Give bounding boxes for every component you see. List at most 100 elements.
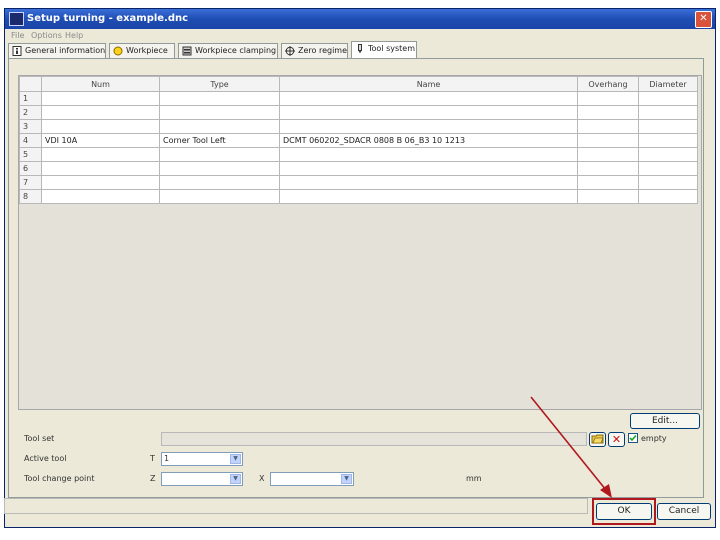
row-number-header <box>19 76 42 92</box>
cell-num[interactable] <box>41 161 160 176</box>
clamp-icon <box>182 46 192 56</box>
cell-num[interactable] <box>41 119 160 134</box>
cell-num[interactable] <box>41 91 160 106</box>
tab-tool-system[interactable]: Tool system <box>351 41 417 58</box>
cell-name[interactable] <box>279 175 578 190</box>
table-row[interactable]: 7 <box>19 175 698 190</box>
cell-overhang[interactable] <box>577 175 639 190</box>
column-header-diameter[interactable]: Diameter <box>638 76 698 92</box>
cell-name[interactable] <box>279 189 578 204</box>
cancel-button[interactable]: Cancel <box>657 503 711 520</box>
cell-type[interactable] <box>159 175 280 190</box>
cell-overhang[interactable] <box>577 133 639 148</box>
row-number: 3 <box>19 119 42 134</box>
folder-icon <box>591 434 604 444</box>
row-number: 8 <box>19 189 42 204</box>
tab-label: Tool system <box>368 44 416 53</box>
cell-diameter[interactable] <box>638 133 698 148</box>
cell-overhang[interactable] <box>577 91 639 106</box>
table-row[interactable]: 3 <box>19 119 698 134</box>
cell-diameter[interactable] <box>638 119 698 134</box>
tab-workpiece-clamping[interactable]: Workpiece clamping <box>178 43 278 58</box>
cell-type[interactable] <box>159 119 280 134</box>
tool-set-field <box>161 432 587 446</box>
tab-zero-regime[interactable]: Zero regime <box>281 43 348 58</box>
table-row[interactable]: 5 <box>19 147 698 162</box>
tab-label: Workpiece <box>126 46 168 55</box>
cell-type[interactable] <box>159 105 280 120</box>
tab-general-information[interactable]: General information <box>8 43 106 58</box>
unit-label: mm <box>466 474 482 483</box>
cell-num[interactable] <box>41 147 160 162</box>
cell-type[interactable] <box>159 91 280 106</box>
tool-change-z-select[interactable]: ▼ <box>161 472 243 486</box>
empty-label: empty <box>641 434 667 443</box>
app-icon <box>9 12 24 26</box>
cell-name[interactable] <box>279 161 578 176</box>
column-header-overhang[interactable]: Overhang <box>577 76 639 92</box>
cell-type[interactable] <box>159 189 280 204</box>
x-prefix: X <box>259 474 265 483</box>
cell-diameter[interactable] <box>638 91 698 106</box>
active-tool-select[interactable]: 1 ▼ <box>161 452 243 466</box>
table-row[interactable]: 6 <box>19 161 698 176</box>
delete-icon: ✕ <box>611 433 622 446</box>
title-bar: Setup turning - example.dnc ✕ <box>5 9 715 29</box>
tool-change-point-label: Tool change point <box>24 474 95 483</box>
cell-num[interactable] <box>41 175 160 190</box>
cell-num[interactable] <box>41 105 160 120</box>
cell-diameter[interactable] <box>638 147 698 162</box>
cell-overhang[interactable] <box>577 161 639 176</box>
table-row[interactable]: 2 <box>19 105 698 120</box>
tool-table: Num Type Name Overhang Diameter 1 2 3 4 … <box>19 76 698 204</box>
table-row[interactable]: 8 <box>19 189 698 204</box>
window-title: Setup turning - example.dnc <box>27 13 189 24</box>
chevron-down-icon[interactable]: ▼ <box>230 454 241 464</box>
cell-type[interactable] <box>159 161 280 176</box>
cell-overhang[interactable] <box>577 189 639 204</box>
tool-table-area: Num Type Name Overhang Diameter 1 2 3 4 … <box>18 75 702 410</box>
info-icon <box>12 46 22 56</box>
cell-name[interactable]: DCMT 060202_SDACR 0808 B 06_B3 10 1213 <box>279 133 578 148</box>
cell-diameter[interactable] <box>638 189 698 204</box>
cell-diameter[interactable] <box>638 161 698 176</box>
clear-tool-set-button[interactable]: ✕ <box>608 432 625 447</box>
cell-type[interactable] <box>159 147 280 162</box>
cell-name[interactable] <box>279 91 578 106</box>
zero-point-icon <box>285 46 295 56</box>
status-bar <box>4 498 588 514</box>
chevron-down-icon[interactable]: ▼ <box>341 474 352 484</box>
tool-change-x-select[interactable]: ▼ <box>270 472 354 486</box>
table-row[interactable]: 1 <box>19 91 698 106</box>
menu-help[interactable]: Help <box>65 31 83 40</box>
menu-file[interactable]: File <box>11 31 24 40</box>
chevron-down-icon[interactable]: ▼ <box>230 474 241 484</box>
column-header-num[interactable]: Num <box>41 76 160 92</box>
tab-label: General information <box>25 46 106 55</box>
z-prefix: Z <box>150 474 156 483</box>
close-button[interactable]: ✕ <box>695 11 712 28</box>
cell-overhang[interactable] <box>577 147 639 162</box>
cell-diameter[interactable] <box>638 105 698 120</box>
cell-diameter[interactable] <box>638 175 698 190</box>
table-row[interactable]: 4 VDI 10A Corner Tool Left DCMT 060202_S… <box>19 133 698 148</box>
cell-name[interactable] <box>279 147 578 162</box>
column-header-type[interactable]: Type <box>159 76 280 92</box>
column-header-name[interactable]: Name <box>279 76 578 92</box>
cell-num[interactable]: VDI 10A <box>41 133 160 148</box>
row-number: 1 <box>19 91 42 106</box>
tool-set-label: Tool set <box>24 434 55 443</box>
cell-name[interactable] <box>279 119 578 134</box>
cell-overhang[interactable] <box>577 119 639 134</box>
cell-overhang[interactable] <box>577 105 639 120</box>
cell-name[interactable] <box>279 105 578 120</box>
menu-options[interactable]: Options <box>31 31 62 40</box>
row-number: 2 <box>19 105 42 120</box>
browse-tool-set-button[interactable] <box>589 432 606 447</box>
tab-workpiece[interactable]: Workpiece <box>109 43 175 58</box>
edit-button[interactable]: Edit... <box>630 413 700 429</box>
empty-checkbox[interactable] <box>628 433 638 443</box>
checkmark-icon <box>629 434 637 442</box>
cell-type[interactable]: Corner Tool Left <box>159 133 280 148</box>
cell-num[interactable] <box>41 189 160 204</box>
